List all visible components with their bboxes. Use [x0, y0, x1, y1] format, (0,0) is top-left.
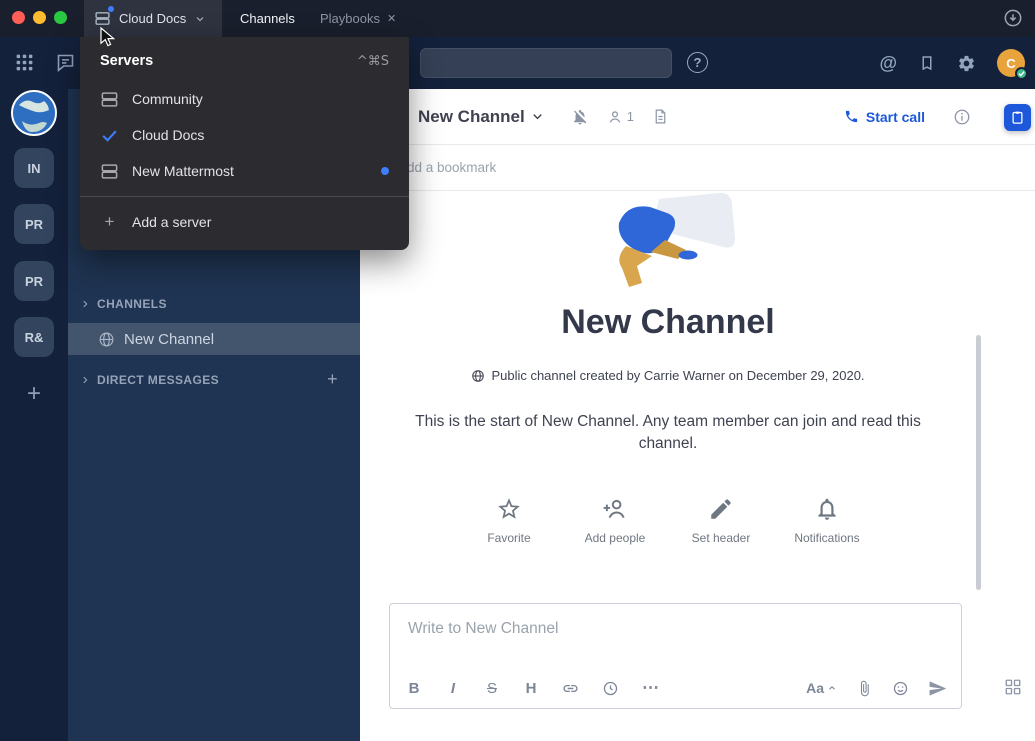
person-add-icon: [602, 496, 628, 522]
plus-icon: +: [100, 212, 119, 232]
settings-gear-icon[interactable]: [957, 54, 976, 73]
tab-channels[interactable]: Channels: [240, 0, 295, 37]
server-item-new-mattermost[interactable]: New Mattermost: [80, 153, 409, 189]
close-window-button[interactable]: [12, 11, 25, 24]
heading-icon[interactable]: H: [523, 680, 539, 697]
server-item-cloud-docs[interactable]: Cloud Docs: [80, 117, 409, 153]
message-composer: B I S H ⋯ Aa: [389, 603, 962, 709]
chevron-down-icon: [194, 13, 206, 25]
titlebar: Cloud Docs Channels Playbooks ✕: [0, 0, 1035, 37]
globe-icon: [98, 331, 115, 348]
add-people-button[interactable]: Add people: [562, 496, 668, 545]
send-icon[interactable]: [928, 679, 947, 698]
strikethrough-icon[interactable]: S: [484, 680, 500, 697]
keyboard-shortcut: ^⌘S: [357, 54, 389, 69]
clock-icon[interactable]: [602, 680, 619, 697]
channel-title[interactable]: New Channel: [418, 107, 525, 127]
menu-divider: [80, 196, 409, 197]
add-direct-message-icon[interactable]: +: [327, 369, 338, 390]
composer-actions: Aa: [806, 679, 947, 698]
attachment-paperclip-icon[interactable]: [856, 680, 873, 697]
app-grid-icon[interactable]: [1004, 678, 1022, 696]
channel-intro: New Channel Public channel created by Ca…: [360, 191, 976, 545]
set-header-button[interactable]: Set header: [668, 496, 774, 545]
pinned-files-icon[interactable]: [652, 108, 669, 125]
channels-section-header[interactable]: CHANNELS: [68, 292, 360, 316]
unread-dot-icon: [381, 167, 389, 175]
channel-header: New Channel 1 Start call: [360, 89, 1035, 145]
add-bookmark-button[interactable]: Add a bookmark: [398, 160, 496, 175]
channel-item-new-channel[interactable]: New Channel: [68, 323, 360, 355]
text-size-button[interactable]: Aa: [806, 680, 837, 696]
minimize-window-button[interactable]: [33, 11, 46, 24]
zoom-window-button[interactable]: [54, 11, 67, 24]
more-formatting-icon[interactable]: ⋯: [642, 678, 659, 698]
server-icon: [100, 162, 119, 181]
intro-illustration: [593, 191, 743, 287]
server-item-community[interactable]: Community: [80, 81, 409, 117]
server-avatar-pr1[interactable]: PR: [14, 204, 54, 244]
mouse-cursor: [100, 27, 115, 48]
intro-actions: Favorite Add people Set header Notificat…: [360, 496, 976, 545]
server-icon: [100, 90, 119, 109]
bookmark-bar: Add a bookmark: [360, 145, 1035, 191]
chevron-down-icon[interactable]: [530, 109, 545, 124]
downloads-icon[interactable]: [1003, 8, 1023, 28]
italic-icon[interactable]: I: [445, 680, 461, 697]
favorite-button[interactable]: Favorite: [456, 496, 562, 545]
server-name-label: Cloud Docs: [119, 11, 186, 26]
server-icon: [94, 10, 111, 27]
scrollbar[interactable]: [976, 335, 981, 590]
active-server-avatar[interactable]: [11, 90, 57, 136]
pencil-icon: [708, 496, 734, 522]
globe-icon: [471, 369, 485, 383]
close-tab-icon[interactable]: ✕: [387, 12, 396, 25]
server-avatar-in[interactable]: IN: [14, 148, 54, 188]
help-icon[interactable]: ?: [687, 52, 708, 73]
server-rail: IN PR PR R& +: [0, 89, 68, 741]
tab-playbooks[interactable]: Playbooks ✕: [320, 0, 396, 37]
check-icon: [100, 126, 119, 145]
add-server-button[interactable]: + Add a server: [80, 204, 409, 240]
mentions-icon[interactable]: @: [879, 53, 897, 74]
member-icon: [607, 109, 623, 125]
chevron-right-icon: [80, 299, 90, 309]
chevron-right-icon: [80, 375, 90, 385]
server-avatar-pr2[interactable]: PR: [14, 261, 54, 301]
bold-icon[interactable]: B: [406, 680, 422, 697]
start-call-button[interactable]: Start call: [844, 109, 925, 125]
server-avatar-r[interactable]: R&: [14, 317, 54, 357]
intro-description: This is the start of New Channel. Any te…: [398, 411, 938, 456]
user-avatar[interactable]: C: [997, 49, 1025, 77]
bell-icon: [814, 496, 840, 522]
chevron-up-icon: [827, 683, 837, 693]
phone-icon: [844, 109, 859, 124]
message-input[interactable]: [390, 604, 961, 638]
direct-messages-section-header[interactable]: DIRECT MESSAGES +: [68, 368, 360, 392]
link-icon[interactable]: [562, 680, 579, 697]
channels-chat-icon[interactable]: [55, 52, 76, 73]
saved-posts-icon[interactable]: [918, 54, 936, 72]
online-status-icon: [1015, 67, 1028, 80]
intro-title: New Channel: [360, 303, 976, 342]
window-controls: [12, 11, 67, 24]
member-count-button[interactable]: 1: [607, 109, 634, 125]
notifications-button[interactable]: Notifications: [774, 496, 880, 545]
formatting-toolbar: B I S H ⋯ Aa: [406, 678, 947, 698]
header-actions: @ C: [879, 37, 1025, 89]
star-icon: [496, 496, 522, 522]
servers-menu-header: Servers ^⌘S: [80, 49, 409, 81]
playbooks-dock-icon[interactable]: [1004, 104, 1031, 131]
unread-dot-icon: [108, 6, 114, 12]
servers-dropdown-menu: Servers ^⌘S Community Cloud Docs New Mat…: [80, 37, 409, 250]
emoji-icon[interactable]: [892, 680, 909, 697]
add-team-button[interactable]: +: [14, 374, 54, 414]
product-switcher-grid-icon[interactable]: [14, 52, 35, 73]
center-channel: New Channel 1 Start call Add a bookmark: [360, 89, 1035, 741]
muted-bell-icon[interactable]: [571, 108, 589, 126]
search-input[interactable]: [420, 48, 672, 78]
channel-info-icon[interactable]: [953, 108, 971, 126]
intro-meta: Public channel created by Carrie Warner …: [360, 368, 976, 383]
